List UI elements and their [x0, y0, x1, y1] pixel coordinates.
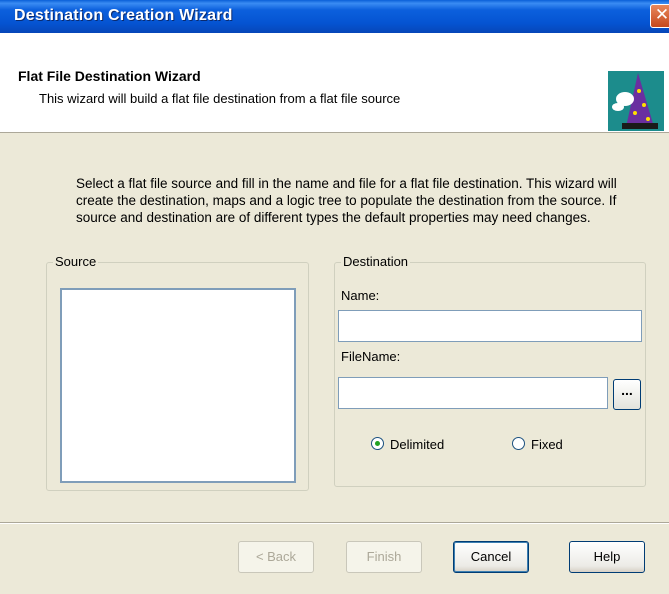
radio-delimited[interactable]: Delimited	[371, 437, 444, 452]
radio-fixed[interactable]: Fixed	[512, 437, 563, 452]
back-button[interactable]: < Back	[238, 541, 314, 573]
filename-input[interactable]	[338, 377, 608, 409]
title-bar: Destination Creation Wizard ✕	[0, 0, 669, 33]
close-button[interactable]: ✕	[650, 4, 669, 28]
header-subtitle: This wizard will build a flat file desti…	[39, 91, 401, 106]
header-title: Flat File Destination Wizard	[18, 68, 201, 84]
cancel-button[interactable]: Cancel	[453, 541, 529, 573]
wizard-icon	[608, 71, 664, 131]
window-title: Destination Creation Wizard	[14, 7, 233, 24]
wizard-header: Flat File Destination Wizard This wizard…	[0, 33, 669, 133]
close-icon: ✕	[654, 5, 669, 25]
filename-label: FileName:	[341, 349, 401, 364]
radio-delimited-label: Delimited	[390, 437, 445, 452]
destination-group: Destination Name: FileName: ... Delimite…	[334, 254, 646, 487]
wizard-description: Select a flat file source and fill in th…	[76, 176, 617, 225]
browse-button[interactable]: ...	[613, 379, 641, 410]
destination-group-label: Destination	[341, 254, 411, 269]
source-list[interactable]	[60, 288, 296, 483]
name-input[interactable]	[338, 310, 642, 342]
name-label: Name:	[341, 288, 380, 303]
footer-separator	[0, 522, 669, 524]
radio-fixed-label: Fixed	[531, 437, 563, 452]
source-group: Source	[46, 254, 309, 491]
radio-fixed-indicator[interactable]	[512, 437, 525, 450]
source-group-label: Source	[53, 254, 99, 269]
help-button[interactable]: Help	[569, 541, 645, 573]
finish-button[interactable]: Finish	[346, 541, 422, 573]
radio-delimited-indicator[interactable]	[371, 437, 384, 450]
